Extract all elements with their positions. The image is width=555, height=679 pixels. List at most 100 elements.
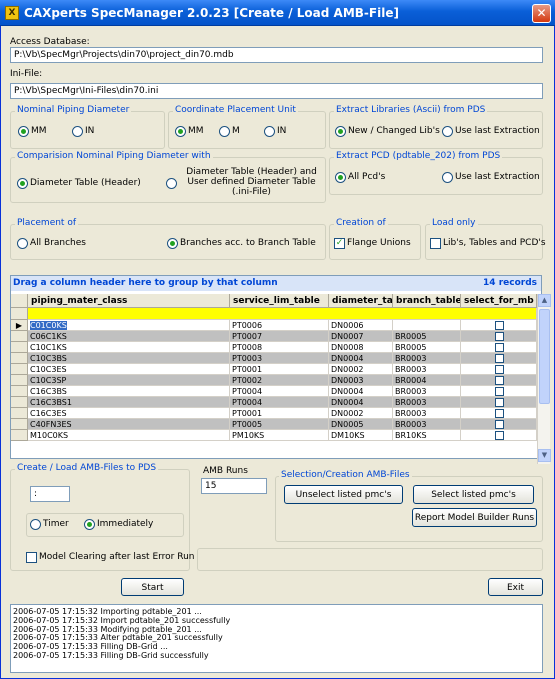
row-selector[interactable] bbox=[11, 419, 28, 430]
comparison-header-radio[interactable] bbox=[17, 178, 28, 189]
row-selector[interactable] bbox=[11, 408, 28, 419]
ini-file-field[interactable]: P:\Vb\SpecMgr\Ini-Files\din70.ini bbox=[10, 83, 543, 99]
log-output[interactable]: 2006-07-05 17:15:32 Importing pdtable_20… bbox=[10, 604, 543, 673]
cell-service-lim-table[interactable]: PT0006 bbox=[230, 320, 329, 331]
libs-last-radio[interactable] bbox=[442, 126, 453, 137]
cell-piping-mater-class[interactable]: C10C3SP bbox=[28, 375, 230, 386]
row-selector[interactable] bbox=[11, 364, 28, 375]
title-bar[interactable]: CAXperts SpecManager 2.0.23 [Create / Lo… bbox=[0, 0, 555, 26]
selected-cell-text[interactable]: C01C0KS bbox=[30, 321, 67, 330]
cell-service-lim-table[interactable]: PT0007 bbox=[230, 331, 329, 342]
cell-diameter-table[interactable]: DN0004 bbox=[329, 386, 393, 397]
timer-radio[interactable] bbox=[30, 519, 41, 530]
cell-branch-table[interactable]: BR0003 bbox=[393, 353, 461, 364]
cell-diameter-table[interactable]: DM10KS bbox=[329, 430, 393, 441]
cell-branch-table[interactable]: BR0003 bbox=[393, 386, 461, 397]
cell-diameter-table[interactable]: DN0002 bbox=[329, 408, 393, 419]
amb-runs-field[interactable]: 15 bbox=[201, 478, 267, 494]
cell-branch-table[interactable]: BR0003 bbox=[393, 419, 461, 430]
select-for-mb-checkbox[interactable] bbox=[495, 376, 504, 385]
model-clearing-checkbox[interactable] bbox=[26, 552, 37, 563]
cell-piping-mater-class[interactable]: C10C3BS bbox=[28, 353, 230, 364]
nominal-mm-radio[interactable] bbox=[18, 126, 29, 137]
start-button[interactable]: Start bbox=[121, 578, 184, 596]
column-header-branch-table[interactable]: branch_table bbox=[393, 294, 461, 308]
select-for-mb-checkbox[interactable] bbox=[495, 409, 504, 418]
select-for-mb-checkbox[interactable] bbox=[495, 387, 504, 396]
immediately-radio[interactable] bbox=[84, 519, 95, 530]
coord-m-radio[interactable] bbox=[219, 126, 230, 137]
cell-service-lim-table[interactable]: PT0004 bbox=[230, 397, 329, 408]
cell-piping-mater-class[interactable]: C10C1KS bbox=[28, 342, 230, 353]
nominal-in-radio[interactable] bbox=[72, 126, 83, 137]
grid-scrollbar[interactable]: ▲ ▼ bbox=[537, 294, 551, 464]
cell-branch-table[interactable] bbox=[393, 320, 461, 331]
placement-branch-radio[interactable] bbox=[167, 238, 178, 249]
select-for-mb-checkbox[interactable] bbox=[495, 398, 504, 407]
placement-all-radio[interactable] bbox=[17, 238, 28, 249]
load-only-checkbox[interactable] bbox=[430, 238, 441, 249]
select-for-mb-checkbox[interactable] bbox=[495, 431, 504, 440]
pcd-all-radio[interactable] bbox=[335, 172, 346, 183]
flange-unions-checkbox[interactable]: ✓ bbox=[334, 238, 345, 249]
cell-piping-mater-class[interactable]: C06C1KS bbox=[28, 331, 230, 342]
cell-piping-mater-class[interactable]: C16C3BS bbox=[28, 386, 230, 397]
cell-service-lim-table[interactable]: PM10KS bbox=[230, 430, 329, 441]
column-header-select-for-mb[interactable]: select_for_mb bbox=[461, 294, 537, 308]
pmc-grid[interactable]: Drag a column header here to group by th… bbox=[10, 275, 551, 464]
row-selector[interactable] bbox=[11, 342, 28, 353]
exit-button[interactable]: Exit bbox=[488, 578, 543, 596]
cell-branch-table[interactable]: BR10KS bbox=[393, 430, 461, 441]
cell-diameter-table[interactable]: DN0003 bbox=[329, 375, 393, 386]
select-for-mb-checkbox[interactable] bbox=[495, 365, 504, 374]
select-for-mb-checkbox[interactable] bbox=[495, 354, 504, 363]
report-runs-button[interactable]: Report Model Builder Runs bbox=[412, 508, 537, 527]
row-selector[interactable] bbox=[11, 386, 28, 397]
pcd-last-radio[interactable] bbox=[442, 172, 453, 183]
row-selector[interactable] bbox=[11, 375, 28, 386]
cell-diameter-table[interactable]: DN0004 bbox=[329, 353, 393, 364]
close-button[interactable]: ✕ bbox=[532, 4, 551, 23]
cell-piping-mater-class[interactable]: C10C3ES bbox=[28, 364, 230, 375]
scroll-thumb[interactable] bbox=[539, 309, 550, 404]
cell-service-lim-table[interactable]: PT0008 bbox=[230, 342, 329, 353]
cell-branch-table[interactable]: BR0003 bbox=[393, 397, 461, 408]
scroll-down-icon[interactable]: ▼ bbox=[538, 449, 551, 462]
comparison-userdef-radio[interactable] bbox=[166, 178, 177, 189]
cell-diameter-table[interactable]: DN0002 bbox=[329, 364, 393, 375]
cell-piping-mater-class[interactable]: C40FN3ES bbox=[28, 419, 230, 430]
cell-diameter-table[interactable]: DN0007 bbox=[329, 331, 393, 342]
cell-piping-mater-class[interactable]: C01C0KS bbox=[28, 320, 230, 331]
column-header-piping-mater-class[interactable]: piping_mater_class bbox=[28, 294, 230, 308]
row-selector[interactable] bbox=[11, 430, 28, 441]
cell-diameter-table[interactable]: DN0005 bbox=[329, 419, 393, 430]
cell-service-lim-table[interactable]: PT0002 bbox=[230, 375, 329, 386]
column-header-diameter-table[interactable]: diameter_table bbox=[329, 294, 393, 308]
timer-field[interactable]: : bbox=[30, 486, 70, 502]
select-for-mb-checkbox[interactable] bbox=[495, 321, 504, 330]
cell-diameter-table[interactable]: DN0004 bbox=[329, 397, 393, 408]
row-selector[interactable] bbox=[11, 331, 28, 342]
cell-branch-table[interactable]: BR0004 bbox=[393, 375, 461, 386]
cell-diameter-table[interactable]: DN0008 bbox=[329, 342, 393, 353]
select-pmcs-button[interactable]: Select listed pmc's bbox=[413, 485, 534, 504]
coord-in-radio[interactable] bbox=[264, 126, 275, 137]
current-row-icon[interactable]: ▶ bbox=[11, 320, 28, 331]
cell-diameter-table[interactable]: DN0006 bbox=[329, 320, 393, 331]
column-header-service-lim-table[interactable]: service_lim_table bbox=[230, 294, 329, 308]
select-for-mb-checkbox[interactable] bbox=[495, 420, 504, 429]
cell-service-lim-table[interactable]: PT0004 bbox=[230, 386, 329, 397]
cell-piping-mater-class[interactable]: M10C0KS bbox=[28, 430, 230, 441]
row-selector[interactable] bbox=[11, 353, 28, 364]
scroll-up-icon[interactable]: ▲ bbox=[538, 294, 551, 307]
cell-branch-table[interactable]: BR0005 bbox=[393, 342, 461, 353]
cell-service-lim-table[interactable]: PT0005 bbox=[230, 419, 329, 430]
new-row-filter[interactable] bbox=[28, 308, 537, 320]
row-selector[interactable] bbox=[11, 397, 28, 408]
cell-branch-table[interactable]: BR0003 bbox=[393, 364, 461, 375]
select-for-mb-checkbox[interactable] bbox=[495, 332, 504, 341]
coord-mm-radio[interactable] bbox=[175, 126, 186, 137]
cell-piping-mater-class[interactable]: C16C3ES bbox=[28, 408, 230, 419]
cell-service-lim-table[interactable]: PT0001 bbox=[230, 408, 329, 419]
cell-service-lim-table[interactable]: PT0003 bbox=[230, 353, 329, 364]
